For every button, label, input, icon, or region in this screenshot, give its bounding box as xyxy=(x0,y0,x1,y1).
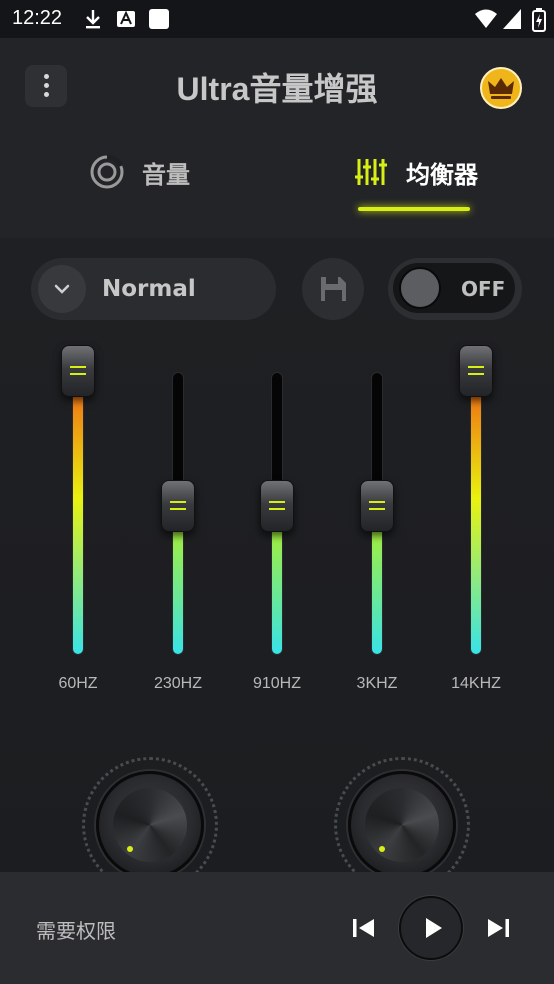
permission-required-text[interactable]: 需要权限 xyxy=(36,915,116,944)
slider-thumb[interactable] xyxy=(459,345,493,397)
slider-thumb[interactable] xyxy=(260,480,294,532)
tab-equalizer-label: 均衡器 xyxy=(406,160,478,189)
play-button[interactable] xyxy=(399,896,463,960)
toggle-track: OFF xyxy=(393,263,515,313)
previous-button[interactable] xyxy=(350,914,378,946)
slider-level-fill xyxy=(73,371,83,654)
play-icon xyxy=(426,918,442,938)
knob-indicator-dot xyxy=(379,846,385,852)
band-label-60hz: 60HZ xyxy=(58,675,98,692)
battery-icon xyxy=(532,8,546,36)
a-icon xyxy=(116,8,136,34)
previous-icon xyxy=(353,919,374,937)
eq-slider-60hz[interactable] xyxy=(58,340,98,660)
knob-indicator-dot xyxy=(127,846,133,852)
status-bar: 12:22 xyxy=(0,0,554,38)
download-icon xyxy=(82,8,104,34)
toggle-label: OFF xyxy=(461,277,506,301)
eq-slider-14khz[interactable] xyxy=(456,340,496,660)
slider-thumb[interactable] xyxy=(360,480,394,532)
tab-volume-label: 音量 xyxy=(142,160,190,189)
save-icon xyxy=(321,277,346,301)
square-icon xyxy=(148,8,170,34)
slider-thumb[interactable] xyxy=(61,345,95,397)
tab-equalizer[interactable]: 均衡器 xyxy=(354,150,478,194)
toggle-knob xyxy=(399,267,441,309)
chevron-down-icon xyxy=(38,265,86,313)
save-preset-button[interactable] xyxy=(302,258,364,320)
band-label-230hz: 230HZ xyxy=(153,675,203,692)
wifi-icon xyxy=(474,8,498,34)
band-label-3khz: 3KHZ xyxy=(356,675,398,692)
eq-slider-3khz[interactable] xyxy=(357,340,397,660)
band-label-910hz: 910HZ xyxy=(252,675,302,692)
equalizer-icon xyxy=(355,159,387,185)
signal-icon xyxy=(502,8,522,34)
next-icon xyxy=(488,919,509,937)
premium-button[interactable] xyxy=(480,67,522,109)
preset-label: Normal xyxy=(102,276,196,302)
eq-slider-910hz[interactable] xyxy=(257,340,297,660)
equalizer-toggle[interactable]: OFF xyxy=(388,258,522,320)
crown-icon xyxy=(488,78,514,99)
slider-thumb[interactable] xyxy=(161,480,195,532)
app-title: Ultra音量增强 xyxy=(176,71,378,107)
preset-dropdown[interactable]: Normal xyxy=(31,258,276,320)
eq-slider-230hz[interactable] xyxy=(158,340,198,660)
slider-level-fill xyxy=(471,371,481,654)
knob-body xyxy=(348,771,456,879)
knob-body xyxy=(96,771,204,879)
band-label-14khz: 14KHZ xyxy=(451,675,501,692)
tab-volume[interactable]: 音量 xyxy=(88,150,190,194)
volume-ring-icon xyxy=(90,154,124,189)
next-button[interactable] xyxy=(484,914,512,946)
status-time: 12:22 xyxy=(12,7,63,29)
active-tab-indicator xyxy=(358,207,470,211)
